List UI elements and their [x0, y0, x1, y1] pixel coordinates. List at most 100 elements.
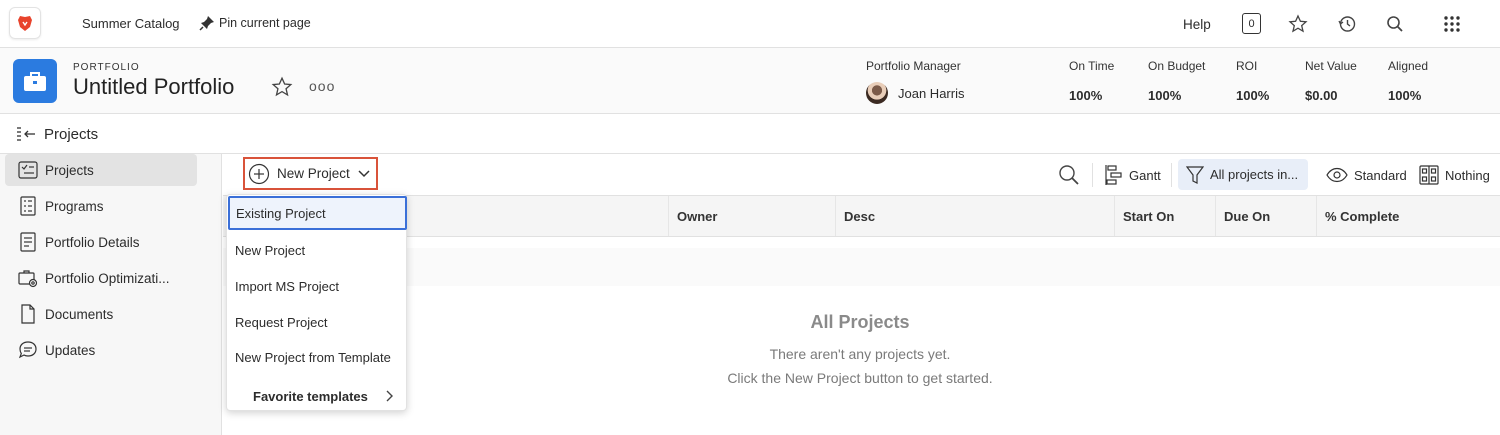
toolbar: New Project Gantt All projects in... Sta… [223, 155, 1500, 195]
view-label: Standard [1354, 167, 1407, 183]
view-button[interactable]: Standard [1326, 161, 1407, 189]
chevron-right-icon [386, 390, 393, 402]
menu-item-new-project-from-template[interactable]: New Project from Template [227, 340, 408, 374]
chat-icon [18, 340, 38, 360]
history-icon[interactable] [1336, 13, 1358, 35]
column-header-start-on[interactable]: Start On [1114, 196, 1215, 236]
sidebar-item-documents[interactable]: Documents [5, 298, 197, 330]
favorite-templates-label: Favorite templates [253, 388, 368, 404]
metric-label: Aligned [1388, 59, 1429, 73]
group-row [223, 248, 1500, 286]
table-header: Owner Desc Start On Due On % Complete [223, 195, 1500, 237]
optimization-icon [18, 268, 38, 288]
sidebar-item-label: Portfolio Details [45, 234, 140, 250]
collapse-sidebar-icon[interactable] [16, 125, 36, 146]
filter-label: All projects in... [1210, 167, 1299, 182]
page-title[interactable]: Untitled Portfolio [73, 74, 234, 100]
programs-icon [18, 196, 38, 216]
new-project-menu: Existing Project New Project Import MS P… [226, 194, 407, 411]
metric-roi: ROI 100% [1236, 59, 1269, 103]
portfolio-manager-label: Portfolio Manager [866, 59, 961, 73]
new-project-button[interactable]: New Project [243, 157, 378, 190]
more-options-button[interactable]: ooo [309, 78, 335, 94]
portfolio-header: PORTFOLIO Untitled Portfolio ooo Portfol… [0, 48, 1500, 114]
menu-item-new-project[interactable]: New Project [227, 233, 408, 267]
metric-value: 100% [1069, 88, 1103, 103]
sidebar: Projects Programs Portfolio Details Port… [0, 154, 222, 435]
sidebar-item-updates[interactable]: Updates [5, 334, 197, 366]
empty-state: All Projects There aren't any projects y… [560, 312, 1160, 390]
avatar[interactable] [866, 82, 888, 104]
eye-icon [1326, 167, 1348, 183]
filter-button[interactable]: All projects in... [1178, 159, 1309, 190]
document-icon [18, 304, 38, 324]
portfolio-label: PORTFOLIO [73, 62, 140, 73]
portfolio-briefcase-icon [13, 59, 57, 103]
column-header-desc[interactable]: Desc [835, 196, 1114, 236]
gantt-button[interactable]: Gantt [1105, 161, 1161, 189]
pin-label: Pin current page [219, 16, 311, 30]
menu-item-favorite-templates[interactable]: Favorite templates [227, 379, 408, 413]
section-header: Projects [0, 114, 1500, 154]
chevron-down-icon [358, 169, 370, 177]
sidebar-item-label: Documents [45, 306, 114, 322]
help-link[interactable]: Help [1183, 17, 1211, 32]
metric-label: ROI [1236, 59, 1258, 73]
pin-icon [199, 16, 214, 31]
menu-item-existing-project[interactable]: Existing Project [228, 196, 407, 230]
filter-icon [1186, 165, 1204, 184]
notifications-button[interactable]: 0 [1242, 13, 1261, 34]
metric-on-budget: On Budget 100% [1148, 59, 1205, 103]
metric-value: 100% [1388, 88, 1422, 103]
empty-state-message: There aren't any projects yet. Click the… [560, 342, 1160, 390]
metric-on-time: On Time 100% [1069, 59, 1114, 103]
app-logo[interactable] [9, 7, 41, 39]
sidebar-item-portfolio-details[interactable]: Portfolio Details [5, 226, 197, 258]
sidebar-item-label: Programs [45, 198, 104, 214]
grouping-button[interactable]: Nothing [1419, 161, 1490, 189]
grouping-label: Nothing [1445, 167, 1490, 183]
sidebar-item-projects[interactable]: Projects [5, 154, 197, 186]
top-bar: Summer Catalog Pin current page Help 0 [0, 0, 1500, 48]
metric-label: Net Value [1305, 59, 1357, 73]
sidebar-item-programs[interactable]: Programs [5, 190, 197, 222]
sidebar-item-label: Updates [45, 342, 96, 358]
grouping-icon [1419, 165, 1439, 185]
new-project-label: New Project [277, 166, 350, 181]
toolbar-search-icon[interactable] [1057, 161, 1081, 189]
plus-circle-icon [248, 163, 270, 184]
toolbar-divider [1092, 163, 1093, 187]
gantt-icon [1105, 165, 1122, 185]
column-header-owner[interactable]: Owner [668, 196, 834, 236]
sidebar-item-label: Projects [45, 162, 94, 178]
menu-item-import-ms-project[interactable]: Import MS Project [227, 269, 408, 303]
pin-page-button[interactable]: Pin current page [198, 14, 311, 32]
favorites-star-icon[interactable] [1287, 13, 1309, 35]
empty-state-line: Click the New Project button to get star… [727, 370, 993, 386]
lion-icon [18, 16, 32, 31]
toolbar-divider [1171, 163, 1172, 187]
empty-state-line: There aren't any projects yet. [769, 346, 951, 362]
metric-net-value: Net Value $0.00 [1305, 59, 1357, 103]
metric-value: $0.00 [1305, 88, 1338, 103]
metric-label: On Budget [1148, 59, 1206, 73]
gantt-label: Gantt [1129, 167, 1161, 183]
sidebar-item-portfolio-optimization[interactable]: Portfolio Optimizati... [5, 262, 197, 294]
metric-label: On Time [1069, 59, 1115, 73]
metric-aligned: Aligned 100% [1388, 59, 1428, 103]
catalog-name[interactable]: Summer Catalog [82, 16, 180, 31]
column-header-due-on[interactable]: Due On [1215, 196, 1316, 236]
favorite-star-icon[interactable] [271, 76, 293, 101]
sidebar-item-label: Portfolio Optimizati... [45, 270, 170, 286]
section-title: Projects [44, 126, 99, 143]
search-icon[interactable] [1384, 13, 1406, 35]
projects-icon [18, 160, 38, 180]
portfolio-manager-name[interactable]: Joan Harris [898, 86, 964, 101]
column-header-percent-complete[interactable]: % Complete [1316, 196, 1500, 236]
app-grid-icon[interactable] [1441, 13, 1463, 35]
metric-value: 100% [1236, 88, 1270, 103]
details-icon [18, 232, 38, 252]
menu-item-request-project[interactable]: Request Project [227, 305, 408, 339]
metric-value: 100% [1148, 88, 1182, 103]
empty-state-title: All Projects [810, 312, 910, 332]
